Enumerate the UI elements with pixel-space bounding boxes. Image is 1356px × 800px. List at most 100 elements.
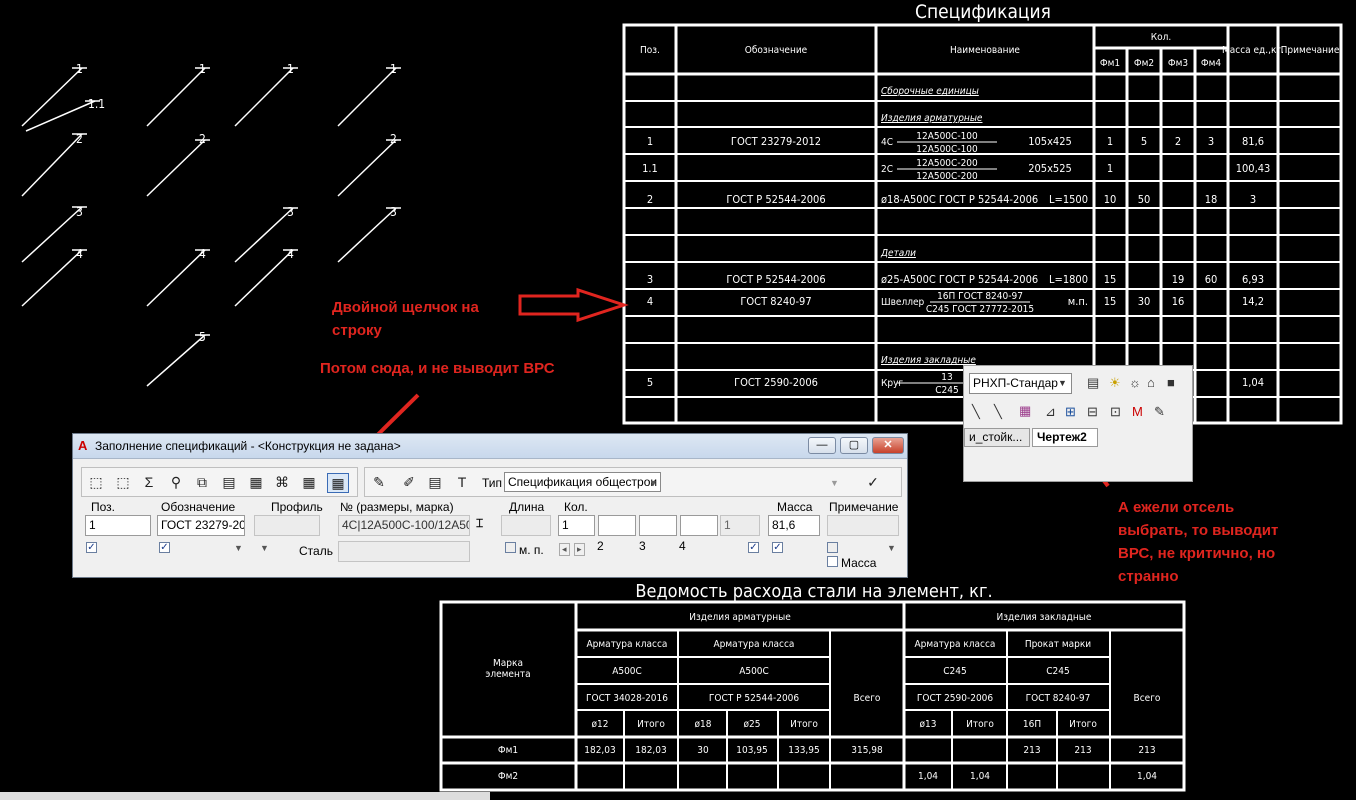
color-square-icon[interactable]: ■ — [1167, 375, 1175, 391]
dimension-icon[interactable]: ⊿ — [1045, 404, 1056, 420]
vrs-mark-line2: элемента — [485, 669, 530, 680]
pos-input[interactable]: 1 — [85, 515, 151, 536]
spec-frac-top: 13 — [941, 372, 952, 383]
spec-row[interactable]: 2 ГОСТ Р 52544-2006 ø18-А500С ГОСТ Р 52544… — [647, 193, 1256, 206]
type-select[interactable]: Спецификация общестрои — [504, 472, 661, 492]
layer-properties-icon[interactable]: ▤ — [1087, 375, 1099, 391]
spec-row[interactable]: 1.1 2С 12А500С-200 12А500С-200 205х525 1 100,4… — [642, 158, 1270, 182]
des-checkbox[interactable]: ✓ — [159, 542, 170, 553]
note-input[interactable] — [827, 515, 899, 536]
vrs-subheaders: ø12 Итого ø18 ø25 Итого ø13 Итого 16П Итого — [592, 719, 1098, 730]
sum-icon[interactable]: Σ — [139, 473, 159, 491]
search-icon[interactable]: ⚲ — [166, 473, 186, 491]
spec-table-icon[interactable]: ▦ — [1019, 403, 1031, 419]
layer-dropdown[interactable]: РНХП-Стандар — [969, 373, 1072, 394]
extra-dropdown-icon[interactable]: ▼ — [830, 478, 839, 488]
maximize-button[interactable]: ▢ — [840, 437, 868, 454]
qty-input-2[interactable] — [598, 515, 636, 536]
vrs-st1: А500С — [612, 666, 642, 677]
frame-icon[interactable]: ⊡ — [1110, 404, 1121, 420]
pipette-icon[interactable]: ✎ — [369, 473, 389, 491]
steel-input[interactable] — [338, 541, 470, 562]
marker-icon[interactable]: M — [1132, 404, 1143, 420]
specification-table[interactable]: Спецификация Поз. Обозначение Наименован… — [622, 1, 1343, 425]
vrs-cell: 315,98 — [851, 745, 883, 756]
len-input[interactable] — [501, 515, 551, 536]
section-icon[interactable]: ⊟ — [1087, 404, 1098, 420]
explode-icon[interactable]: ⌘ — [272, 473, 292, 491]
pencil-icon[interactable]: ✐ — [399, 473, 419, 491]
grid-icon[interactable]: ⊞ — [1065, 404, 1076, 420]
mirror-icon[interactable]: ⌶ — [476, 516, 483, 531]
bulb-icon[interactable]: ☀ — [1109, 375, 1121, 391]
spec-h-des: Обозначение — [745, 44, 808, 56]
spec-cell-fm1: 15 — [1104, 273, 1117, 286]
select-object-icon[interactable]: ⬚ — [86, 473, 106, 491]
spec-row[interactable]: 1 ГОСТ 23279-2012 4С 12А500С-100 12А500С-100… — [647, 131, 1264, 155]
polyline-icon[interactable]: ╲ — [972, 404, 980, 420]
edit-icon[interactable]: ✎ — [1154, 404, 1165, 420]
spec-row[interactable]: 3 ГОСТ Р 52544-2006 ø25-А500С ГОСТ Р 52544… — [647, 273, 1264, 286]
leader-line — [234, 67, 294, 127]
note-checkbox[interactable] — [827, 542, 838, 553]
vrs-table-button[interactable]: ▦ — [327, 473, 349, 493]
mass-input[interactable]: 81,6 — [768, 515, 820, 536]
mp-checkbox[interactable] — [505, 542, 516, 553]
qty-input-4[interactable] — [680, 515, 718, 536]
minimize-button[interactable]: — — [808, 437, 836, 454]
dropdown-arrow-icon[interactable]: ▼ — [1058, 375, 1067, 391]
leader-line — [21, 206, 83, 263]
copy-icon[interactable]: ⧉ — [192, 473, 212, 491]
spec-frac-top: 16П ГОСТ 8240-97 — [937, 291, 1023, 302]
paste-icon[interactable]: ▤ — [219, 473, 239, 491]
pos-checkbox[interactable]: ✓ — [86, 542, 97, 553]
leader-label: 2 — [199, 132, 206, 146]
qty-input-1[interactable]: 1 — [558, 515, 595, 536]
dialog-title: Заполнение спецификаций - <Конструкция н… — [95, 439, 401, 453]
vrs-subheader: Итого — [966, 719, 994, 730]
mass-checkbox[interactable]: ✓ — [772, 542, 783, 553]
vrs-cls2: Арматура класса — [714, 639, 795, 650]
dialog-titlebar[interactable]: A Заполнение спецификаций - <Конструкция… — [73, 434, 907, 459]
note-label: Примечание — [829, 500, 899, 514]
spec-cell-mass: 1,04 — [1242, 376, 1264, 389]
leader-label: 4 — [287, 247, 294, 261]
qty-checkbox[interactable]: ✓ — [748, 542, 759, 553]
spec-cell-size: 105х425 — [1028, 135, 1072, 148]
spec-cell-des: ГОСТ Р 52544-2006 — [726, 193, 825, 206]
profile-input[interactable] — [254, 515, 320, 536]
leader-line — [234, 207, 294, 263]
num-input[interactable]: 4С|12А500С-100/12А500С — [338, 515, 470, 536]
apply-check-icon[interactable]: ✓ — [863, 473, 883, 491]
doc-icon[interactable]: ▤ — [425, 473, 445, 491]
table-edit-icon[interactable]: ▦ — [246, 473, 266, 491]
tab-drawing2[interactable]: Чертеж2 — [1032, 428, 1098, 447]
profile-arrow-icon[interactable]: ▼ — [260, 543, 269, 553]
select-pointer-icon[interactable]: ⬚ — [113, 473, 133, 491]
spec-row[interactable]: 4 ГОСТ 8240-97 Швеллер 16П ГОСТ 8240-97 С245… — [647, 291, 1264, 315]
stepper-right-icon[interactable]: ▸ — [574, 543, 585, 556]
spec-h-fm1: Фм1 — [1100, 58, 1120, 69]
stepper-left-icon[interactable]: ◂ — [559, 543, 570, 556]
table-icon[interactable]: ▦ — [299, 473, 319, 491]
split-line-icon[interactable]: ╲ — [994, 404, 1002, 420]
note-arrow-icon[interactable]: ▼ — [887, 543, 896, 553]
des-input[interactable]: ГОСТ 23279-2012 — [157, 515, 245, 536]
vrs-table[interactable]: Ведомость расхода стали на элемент, кг. … — [439, 581, 1186, 792]
spec-cell-fm2: 5 — [1141, 135, 1147, 148]
des-arrow-icon[interactable]: ▼ — [234, 543, 243, 553]
leader-line — [337, 67, 397, 127]
vrs-subheader: Итого — [637, 719, 665, 730]
freeze-icon[interactable]: ☼ — [1129, 375, 1141, 391]
text-style-icon[interactable]: T — [452, 473, 472, 491]
tab-drawing1[interactable]: и_стойк... — [964, 428, 1030, 447]
type-select-arrow-icon[interactable]: ▼ — [649, 478, 658, 488]
qty-input-3[interactable] — [639, 515, 677, 536]
spec-h-qty: Кол. — [1151, 32, 1172, 43]
spec-h-pos: Поз. — [640, 45, 660, 56]
spec-fill-dialog[interactable]: A Заполнение спецификаций - <Конструкция… — [72, 433, 908, 578]
mass-note-checkbox[interactable] — [827, 556, 838, 567]
close-button[interactable]: ✕ — [872, 437, 904, 454]
spec-cell-length: L=1800 — [1049, 273, 1088, 286]
lock-icon[interactable]: ⌂ — [1147, 375, 1155, 391]
